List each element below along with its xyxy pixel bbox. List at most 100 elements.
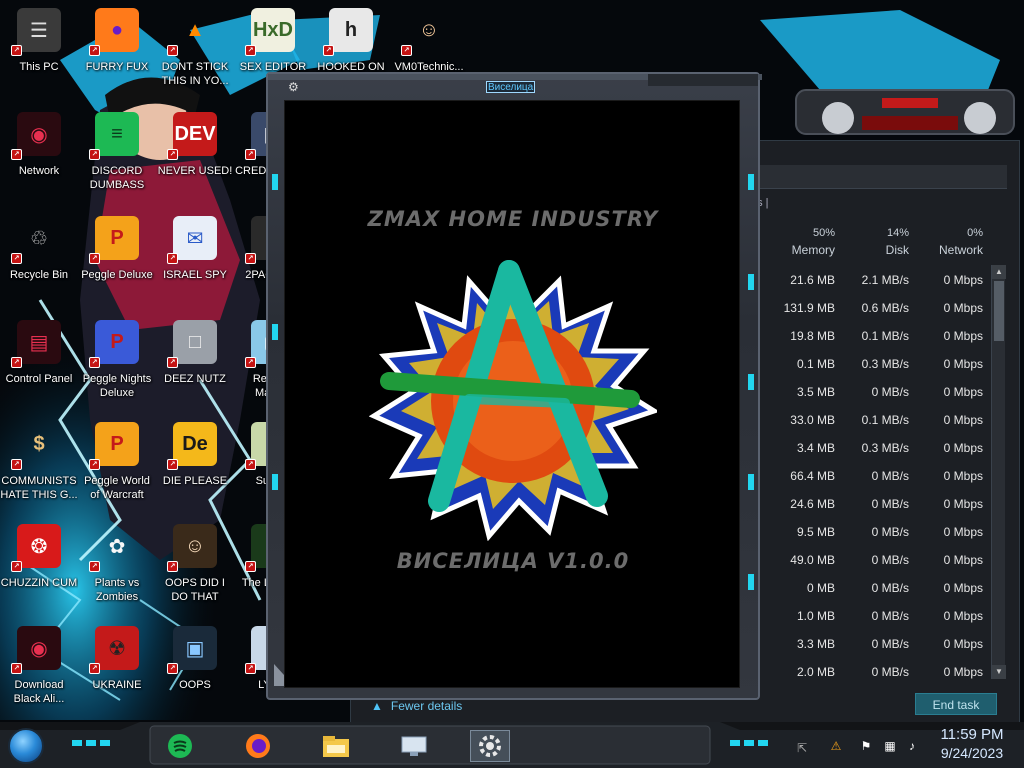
flag-icon[interactable]: ⚑ <box>858 738 874 754</box>
table-row[interactable]: %21.6 MB2.1 MB/s0 Mbps <box>743 267 987 295</box>
table-row[interactable]: %3.5 MB0 MB/s0 Mbps <box>743 379 987 407</box>
computer-icon: ☰ ↗ <box>11 8 61 56</box>
desktop-icon[interactable]: ❂ ↗ CHUZZIN CUM <box>0 520 78 618</box>
hangman-game-window[interactable]: ⚙ Виселица ZMAX HOME INDUSTRY ВИСЕЛИЦА V… <box>266 72 762 700</box>
desktop-icon-label: Peggle World of Warcraft <box>84 475 150 501</box>
table-row[interactable]: %2.0 MB0 MB/s0 Mbps <box>743 659 987 687</box>
portrait-icon: ☺ ↗ <box>167 524 217 572</box>
shortcut-arrow-icon: ↗ <box>245 45 256 56</box>
taskbar-app-remote-desktop[interactable] <box>394 730 434 762</box>
studio-name: ZMAX HOME INDUSTRY <box>367 207 659 231</box>
desktop-icon-label: OOPS <box>179 679 211 691</box>
cell-mem: 49.0 MB <box>790 553 835 567</box>
clock-time: 11:59 PM <box>940 726 1004 743</box>
table-row[interactable]: %0 MB0 MB/s0 Mbps <box>743 575 987 603</box>
dev-edition-icon: De ↗ <box>167 422 217 470</box>
taskbar: ⚠ ⚑ ▦ ♪ ⇱ 11:59 PM 9/24/2023 <box>0 722 1024 768</box>
cell-disk: 0 MB/s <box>871 637 909 651</box>
volume-icon[interactable]: ♪ <box>904 738 920 754</box>
shortcut-arrow-icon: ↗ <box>245 357 256 368</box>
table-row[interactable]: %33.0 MB0.1 MB/s0 Mbps <box>743 407 987 435</box>
column-header-disk[interactable]: 14% Disk <box>835 223 909 257</box>
cell-mem: 3.3 MB <box>796 637 835 651</box>
taskbar-app-hangman[interactable] <box>470 730 510 762</box>
peggle-nights-icon: P ↗ <box>89 320 139 368</box>
desktop-icon-label: COMMUNISTS HATE THIS G... <box>0 475 78 501</box>
desktop-icon-label: UKRAINE <box>92 679 142 691</box>
desktop-icon[interactable]: ✿ ↗ Plants vs Zombies <box>78 520 156 618</box>
cell-mem: 2.0 MB <box>796 665 835 679</box>
desktop-icon-label: Network <box>18 165 60 177</box>
cell-mem: 21.6 MB <box>790 273 835 287</box>
scrollbar-thumb[interactable] <box>994 281 1004 341</box>
desktop-icon[interactable]: ▤ ↗ Control Panel <box>0 316 78 414</box>
table-row[interactable]: %66.4 MB0 MB/s0 Mbps <box>743 463 987 491</box>
desktop-icon[interactable]: ♲ ↗ Recycle Bin <box>0 212 78 310</box>
recycle-bin-icon: ♲ ↗ <box>11 216 61 264</box>
start-button[interactable] <box>8 728 44 764</box>
taskbar-app-file-explorer[interactable] <box>316 730 356 762</box>
desktop-icon[interactable]: ● ↗ FURRY FUX <box>78 4 156 102</box>
chevron-up-icon[interactable]: ⇱ <box>794 740 810 756</box>
desktop-icon[interactable]: $ ↗ COMMUNISTS HATE THIS G... <box>0 418 78 516</box>
cell-net: 0 Mbps <box>943 553 983 567</box>
desktop-icon-label: DIE PLEASE <box>162 475 228 487</box>
scroll-up-icon[interactable]: ▲ <box>992 265 1006 279</box>
skin-decoration-widget <box>790 84 1020 140</box>
money-bag-icon: $ ↗ <box>11 422 61 470</box>
shortcut-arrow-icon: ↗ <box>89 45 100 56</box>
scroll-down-icon[interactable]: ▼ <box>992 665 1006 679</box>
desktop-icon[interactable]: P ↗ Peggle Nights Deluxe <box>78 316 156 414</box>
desktop-icon-label: NEVER USED! <box>157 165 233 177</box>
desktop-icon[interactable]: ◉ ↗ Download Black Ali... <box>0 622 78 720</box>
desktop-icon[interactable]: ≡ ↗ DISCORD DUMBASS <box>78 108 156 206</box>
table-row[interactable]: %3.3 MB0 MB/s0 Mbps <box>743 631 987 659</box>
folders-icon: □ ↗ <box>167 320 217 368</box>
cell-disk: 0.1 MB/s <box>861 329 909 343</box>
shortcut-arrow-icon: ↗ <box>89 459 100 470</box>
table-row[interactable]: %24.6 MB0 MB/s0 Mbps <box>743 491 987 519</box>
table-row[interactable]: %3.4 MB0.3 MB/s0 Mbps <box>743 435 987 463</box>
desktop-icon[interactable]: P ↗ Peggle Deluxe <box>78 212 156 310</box>
end-task-button[interactable]: End task <box>915 693 997 715</box>
cell-net: 0 Mbps <box>943 665 983 679</box>
remote-desktop-icon <box>401 736 427 756</box>
desktop-icon[interactable]: ☰ ↗ This PC <box>0 4 78 102</box>
desktop-icon[interactable]: P ↗ Peggle World of Warcraft <box>78 418 156 516</box>
network-icon[interactable]: ▦ <box>882 738 898 754</box>
table-row[interactable]: %9.5 MB0 MB/s0 Mbps <box>743 519 987 547</box>
table-row[interactable]: %19.8 MB0.1 MB/s0 Mbps <box>743 323 987 351</box>
desktop-icon-label: CHUZZIN CUM <box>0 577 78 589</box>
cell-net: 0 Mbps <box>943 413 983 427</box>
desktop-icon[interactable]: De ↗ DIE PLEASE <box>156 418 234 516</box>
desktop-icon[interactable]: ▣ ↗ OOPS <box>156 622 234 720</box>
shortcut-arrow-icon: ↗ <box>167 253 178 264</box>
desktop-icon[interactable]: □ ↗ DEEZ NUTZ <box>156 316 234 414</box>
oops-icon: ▣ ↗ <box>167 626 217 674</box>
desktop-icon[interactable]: DEV ↗ NEVER USED! <box>156 108 234 206</box>
warning-shield-icon[interactable]: ⚠ <box>828 738 844 754</box>
system-clock[interactable]: 11:59 PM 9/24/2023 <box>926 726 1018 762</box>
table-row[interactable]: %0.1 MB0.3 MB/s0 Mbps <box>743 351 987 379</box>
hxd-editor-icon: HxD ↗ <box>245 8 295 56</box>
desktop-icon[interactable]: ☺ ↗ OOPS DID I DO THAT <box>156 520 234 618</box>
desktop-icon[interactable]: ◉ ↗ Network <box>0 108 78 206</box>
table-row[interactable]: %1.0 MB0 MB/s0 Mbps <box>743 603 987 631</box>
column-header-network[interactable]: 0% Network <box>909 223 983 257</box>
cell-mem: 33.0 MB <box>790 413 835 427</box>
table-row[interactable]: %131.9 MB0.6 MB/s0 Mbps <box>743 295 987 323</box>
table-row[interactable]: %49.0 MB0 MB/s0 Mbps <box>743 547 987 575</box>
israel-spy-icon: ✉ ↗ <box>167 216 217 264</box>
cell-disk: 0 MB/s <box>871 385 909 399</box>
cell-disk: 0 MB/s <box>871 469 909 483</box>
disk-pct: 14% <box>886 227 909 239</box>
desktop-icon[interactable]: ✉ ↗ ISRAEL SPY <box>156 212 234 310</box>
column-header-memory[interactable]: 50% Memory <box>761 223 835 257</box>
taskbar-app-firefox[interactable] <box>238 730 278 762</box>
desktop-icon[interactable]: ☢ ↗ UKRAINE <box>78 622 156 720</box>
network-pct: 0% <box>967 227 983 239</box>
desktop-icon[interactable]: ▲ ↗ DONT STICK THIS IN YO... <box>156 4 234 102</box>
taskbar-app-spotify[interactable] <box>160 730 200 762</box>
settings-gear-icon[interactable]: ⚙ <box>288 80 302 94</box>
process-table-scrollbar[interactable]: ▲ ▼ <box>991 265 1006 679</box>
